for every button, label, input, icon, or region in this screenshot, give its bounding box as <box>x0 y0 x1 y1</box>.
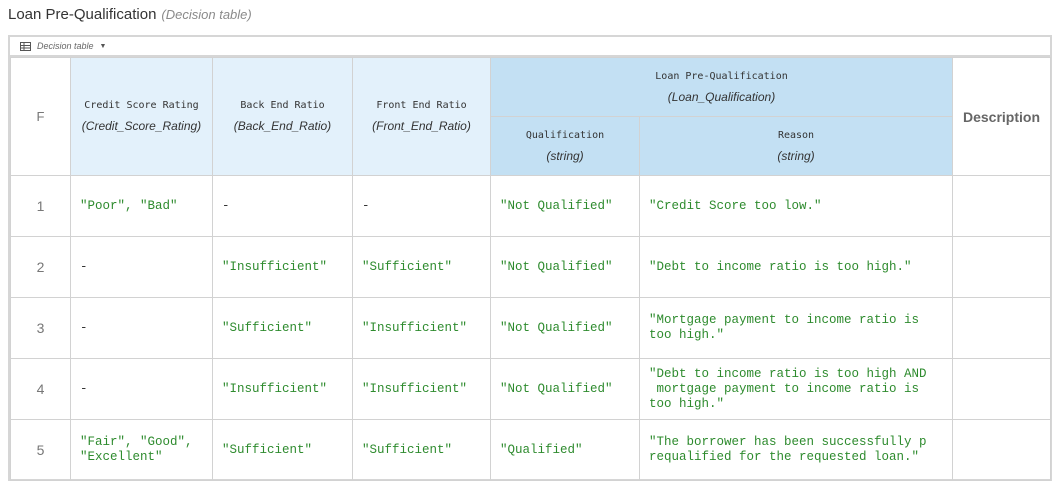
rule-cell[interactable]: "Mortgage payment to income ratio is too… <box>638 297 954 359</box>
rule-cell[interactable]: "Insufficient" <box>212 358 353 420</box>
table-row: 3 - "Sufficient" "Insufficient" "Not Qua… <box>10 297 1052 359</box>
rule-cell[interactable]: "Sufficient" <box>212 419 353 481</box>
rule-number: 5 <box>10 419 71 481</box>
rule-cell[interactable]: "Not Qualified" <box>490 297 640 359</box>
rule-number: 3 <box>10 297 71 359</box>
rule-number: 4 <box>10 358 71 420</box>
rule-cell[interactable]: "Debt to income ratio is too high AND mo… <box>638 358 954 420</box>
decision-name[interactable]: Loan Pre-Qualification <box>8 6 156 23</box>
rule-cell[interactable]: "Insufficient" <box>212 236 353 298</box>
decision-table-frame: Decision table ▼ F Credit Score Rating (… <box>8 35 1052 481</box>
rule-cell[interactable]: "Poor", "Bad" <box>70 175 213 237</box>
rule-cell[interactable]: "Not Qualified" <box>490 175 640 237</box>
input-header-back-end-ratio[interactable]: Back End Ratio (Back_End_Ratio) <box>212 57 353 176</box>
decision-table-grid: F Credit Score Rating (Credit_Score_Rati… <box>10 57 1052 481</box>
hit-policy-cell[interactable]: F <box>10 57 71 176</box>
rule-description-cell[interactable] <box>952 297 1052 359</box>
table-row: 1 "Poor", "Bad" - - "Not Qualified" "Cre… <box>10 175 1052 237</box>
table-row: 5 "Fair", "Good", "Excellent" "Sufficien… <box>10 419 1052 481</box>
input-header-name: Credit Score Rating <box>84 100 199 111</box>
input-header-name: Front End Ratio <box>376 100 467 111</box>
rule-cell[interactable]: "The borrower has been successfully p re… <box>638 419 954 481</box>
input-header-front-end-ratio[interactable]: Front End Ratio (Front_End_Ratio) <box>352 57 491 176</box>
output-header-loan-pre-qualification[interactable]: Loan Pre-Qualification (Loan_Qualificati… <box>489 57 954 117</box>
input-header-credit-score[interactable]: Credit Score Rating (Credit_Score_Rating… <box>70 57 213 176</box>
rule-cell[interactable]: - <box>70 236 213 298</box>
rule-cell[interactable]: "Credit Score too low." <box>638 175 954 237</box>
rule-cell[interactable]: - <box>70 297 213 359</box>
decision-table-type-label: Decision table <box>37 41 94 51</box>
rule-cell[interactable]: - <box>70 358 213 420</box>
rule-cell[interactable]: "Insufficient" <box>352 358 491 420</box>
rule-description-cell[interactable] <box>952 175 1052 237</box>
rule-number: 1 <box>10 175 71 237</box>
rule-cell[interactable]: "Fair", "Good", "Excellent" <box>70 419 213 481</box>
chevron-down-icon[interactable]: ▼ <box>100 43 107 50</box>
table-icon <box>20 41 31 51</box>
output-column-reason[interactable]: Reason (string) <box>638 116 954 176</box>
rule-description-cell[interactable] <box>952 419 1052 481</box>
input-header-type: (Front_End_Ratio) <box>372 119 471 133</box>
rule-cell[interactable]: "Sufficient" <box>352 419 491 481</box>
table-row: 4 - "Insufficient" "Insufficient" "Not Q… <box>10 358 1052 420</box>
decision-type-label: (Decision table) <box>161 7 252 22</box>
output-column-name: Reason <box>777 129 815 141</box>
input-header-type: (Back_End_Ratio) <box>233 119 332 133</box>
output-header-type: (Loan_Qualification) <box>667 89 776 104</box>
rule-cell[interactable]: - <box>212 175 353 237</box>
decision-table-toolbar[interactable]: Decision table ▼ <box>10 37 1050 57</box>
rule-cell[interactable]: "Insufficient" <box>352 297 491 359</box>
rule-number: 2 <box>10 236 71 298</box>
rule-cell[interactable]: "Sufficient" <box>212 297 353 359</box>
rule-cell[interactable]: "Not Qualified" <box>490 236 640 298</box>
output-header-name: Loan Pre-Qualification <box>655 70 788 82</box>
output-column-name: Qualification <box>525 129 605 141</box>
rule-cell[interactable]: - <box>352 175 491 237</box>
description-header[interactable]: Description <box>952 57 1052 176</box>
output-column-type: (string) <box>546 148 584 163</box>
output-column-qualification[interactable]: Qualification (string) <box>490 116 640 176</box>
rule-cell[interactable]: "Sufficient" <box>352 236 491 298</box>
rule-cell[interactable]: "Qualified" <box>490 419 640 481</box>
input-header-type: (Credit_Score_Rating) <box>81 119 202 133</box>
output-column-type: (string) <box>777 148 815 163</box>
table-row: 2 - "Insufficient" "Sufficient" "Not Qua… <box>10 236 1052 298</box>
rule-cell[interactable]: "Debt to income ratio is too high." <box>638 236 954 298</box>
input-header-name: Back End Ratio <box>240 100 325 111</box>
rule-description-cell[interactable] <box>952 358 1052 420</box>
editor-title: Loan Pre-Qualification (Decision table) <box>8 6 252 30</box>
rule-cell[interactable]: "Not Qualified" <box>490 358 640 420</box>
rule-description-cell[interactable] <box>952 236 1052 298</box>
